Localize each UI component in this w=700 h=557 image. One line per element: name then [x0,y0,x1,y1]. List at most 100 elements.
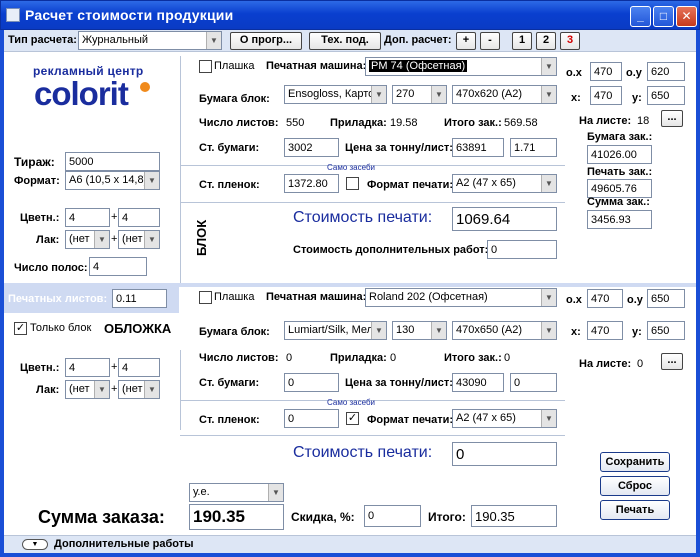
cover-on-sheet-more-button[interactable]: ... [661,353,683,370]
cover-print-cost-input[interactable] [452,442,557,466]
block-x-input[interactable] [590,86,622,105]
remove-calc-button[interactable]: - [480,32,500,50]
cover-total-zak: 0 [504,352,511,364]
cover-own-paper-label: Само засеби [327,398,376,407]
extra-works-bar[interactable]: ▼ Дополнительные работы [4,535,696,553]
block-ox-input[interactable] [590,62,622,81]
format-select[interactable]: А6 (10,5 х 14,8) ▼ [65,171,160,190]
cover-ox-label: o.x [566,294,582,306]
chevron-down-icon[interactable]: ▼ [22,539,48,550]
cover-st-paper-input[interactable] [284,373,339,392]
cover-plashka-checkbox[interactable] [199,291,212,304]
block-paper-label: Бумага блок: [199,93,270,105]
cover-print-format-select[interactable]: A2 (47 x 65) ▼ [452,409,557,428]
cover-oy-input[interactable] [647,289,685,308]
cover-st-paper-label: Ст. бумаги: [199,377,260,389]
only-block-label: Только блок [30,322,92,334]
block-price-ton-input[interactable] [452,138,504,157]
block-print-format-select[interactable]: A2 (47 x 65) ▼ [452,174,557,193]
cover-paper-select[interactable]: Lumiart/Silk, Мело ▼ [284,321,387,340]
block-print-zak-label: Печать зак.: [587,166,653,178]
block-print-cost-input[interactable] [452,207,557,231]
cover-lak-front-value: (нет [69,383,90,395]
block-st-paper-input[interactable] [284,138,339,157]
block-on-sheet-more-button[interactable]: ... [661,110,683,127]
minimize-button[interactable]: _ [630,6,651,27]
cover-own-paper-checkbox[interactable]: ✓ [346,412,359,425]
cover-price-k-input[interactable] [510,373,557,392]
calc-type-select[interactable]: Журнальный ▼ [78,31,222,50]
block-pril-label: Приладка: [330,117,387,129]
block-size-select[interactable]: 470x620 (A2) ▼ [452,85,557,104]
tirazh-input[interactable] [65,152,160,171]
lak-back-select[interactable]: (нет ▼ [118,230,160,249]
block-paper-zak-input[interactable] [587,145,652,164]
title-bar[interactable]: Расчет стоимости продукции _ □ ✕ [0,0,700,30]
cover-price-ton-input[interactable] [452,373,504,392]
chevron-down-icon: ▼ [541,175,556,192]
discount-label: Скидка, %: [291,510,355,524]
print-button[interactable]: Печать [600,500,670,520]
print-sheets-label: Печатных листов: [8,293,108,305]
chevron-down-icon: ▼ [94,231,109,248]
cover-lak-back-select[interactable]: (нет ▼ [118,380,160,399]
block-ox-label: o.x [566,67,582,79]
block-size-value: 470x620 (A2) [456,88,523,100]
cover-color-front-input[interactable] [65,358,110,377]
block-y-input[interactable] [647,86,685,105]
about-button[interactable]: О прогр... [230,32,302,50]
block-machine-select[interactable]: PM 74 (Офсетная) ▼ [365,57,557,76]
cover-st-film-input[interactable] [284,409,339,428]
block-extra-work-input[interactable] [487,240,557,259]
block-machine-value: PM 74 (Офсетная) [369,60,468,72]
block-sum-zak-input[interactable] [587,210,652,229]
cover-weight-value: 130 [396,324,415,336]
calc-page-1-button[interactable]: 1 [512,32,532,50]
reset-button[interactable]: Сброс [600,476,670,496]
block-oy-input[interactable] [647,62,685,81]
tech-support-button[interactable]: Тех. под. [309,32,381,50]
block-st-film-input[interactable] [284,174,339,193]
calc-page-3-button[interactable]: 3 [560,32,580,50]
cover-color-back-input[interactable] [118,358,160,377]
block-side-label: БЛОК [194,219,209,256]
block-price-k-input[interactable] [510,138,557,157]
save-button[interactable]: Сохранить [600,452,670,472]
cover-lak-front-select[interactable]: (нет ▼ [65,380,110,399]
block-weight-select[interactable]: 270 ▼ [392,85,447,104]
total-input[interactable] [471,505,557,527]
cover-on-sheet: 0 [637,358,644,370]
block-own-paper-checkbox[interactable] [346,177,359,190]
block-paper-select[interactable]: Ensogloss, Карто ▼ [284,85,387,104]
discount-input[interactable] [364,505,421,527]
order-sum-input[interactable] [189,504,284,530]
color-front-input[interactable] [65,208,110,227]
color-back-input[interactable] [118,208,160,227]
cover-weight-select[interactable]: 130 ▼ [392,321,447,340]
cover-x-input[interactable] [587,321,623,340]
block-on-sheet-label: На листе: [579,115,632,127]
currency-select[interactable]: у.е. ▼ [189,483,284,502]
pages-input[interactable] [89,257,147,276]
cover-lak-label: Лак: [36,384,60,396]
chevron-down-icon: ▼ [94,381,109,398]
print-sheets-input[interactable] [112,289,167,308]
cover-ox-input[interactable] [587,289,623,308]
calc-type-label: Тип расчета: [8,34,77,46]
close-button[interactable]: ✕ [676,6,697,27]
add-calc-button[interactable]: + [456,32,476,50]
cover-paper-label: Бумага блок: [199,326,270,338]
lak-front-select[interactable]: (нет ▼ [65,230,110,249]
block-total-zak: 569.58 [504,117,538,129]
block-plashka-checkbox[interactable] [199,60,212,73]
block-own-paper-label: Само засеби [327,163,376,172]
cover-machine-select[interactable]: Roland 202 (Офсетная) ▼ [365,288,557,307]
order-sum-label: Сумма заказа: [38,507,165,527]
calc-page-2-button[interactable]: 2 [536,32,556,50]
cover-y-input[interactable] [647,321,685,340]
plus-sign: + [111,361,118,373]
maximize-button[interactable]: □ [653,6,674,27]
cover-size-select[interactable]: 470x650 (A2) ▼ [452,321,557,340]
only-block-checkbox[interactable]: ✓ [14,322,27,335]
format-label: Формат: [14,175,60,187]
